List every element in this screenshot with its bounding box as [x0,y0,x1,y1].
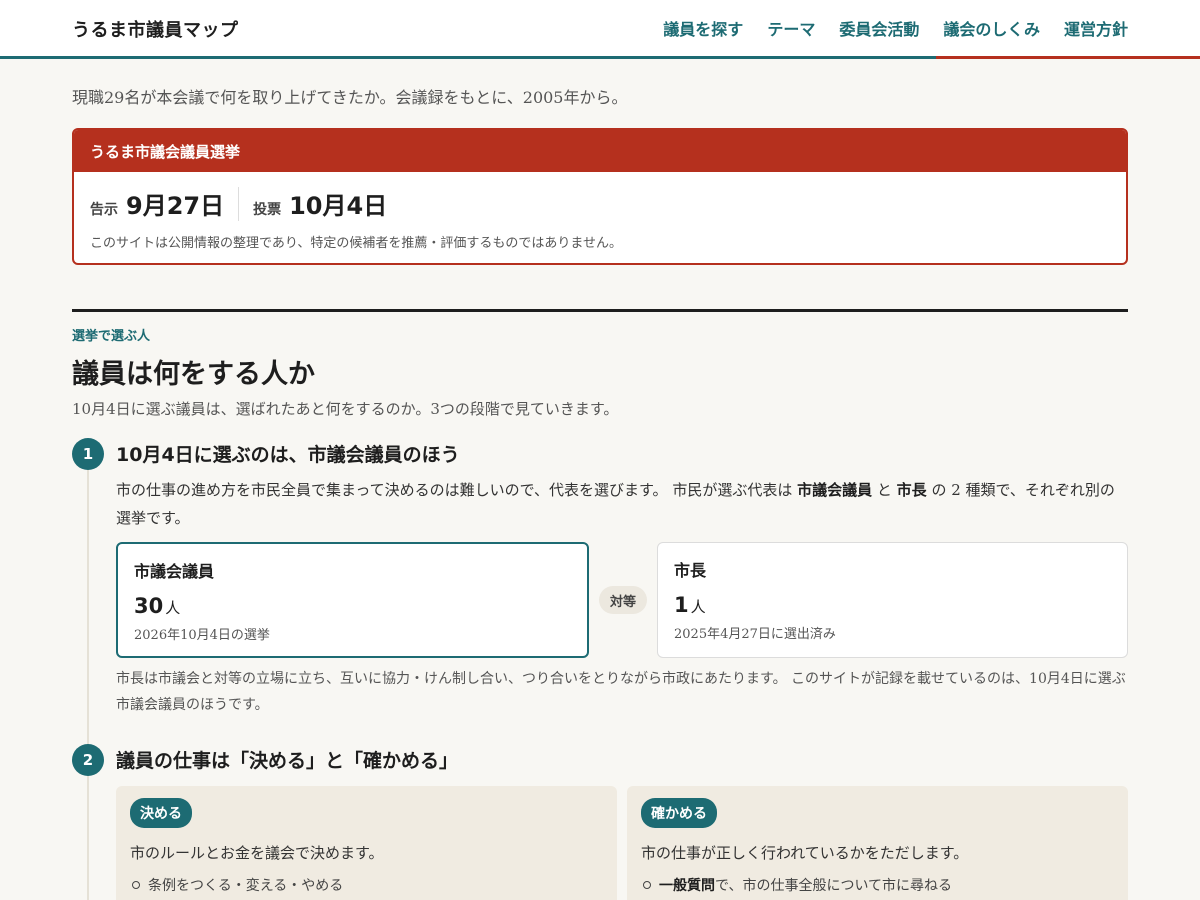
council-count-unit: 人 [165,599,181,617]
site-logo[interactable]: うるま市議員マップ [72,16,239,42]
nav-find-members[interactable]: 議員を探す [663,16,743,40]
vote-value: 10月4日 [289,192,388,220]
step-number-1: 1 [72,438,104,470]
mayor-card: 市長 1人 2025年4月27日に選出済み [657,542,1128,658]
term-general-question: 一般質問 [659,878,715,894]
decide-description: 市のルールとお金を議会で決めます。 [130,844,384,862]
step-number-2: 2 [72,744,104,776]
check-pill: 確かめる [641,798,717,828]
timeline-line [87,468,89,900]
council-count-number: 30 [134,594,164,618]
election-title: うるま市議会議員選挙 [74,130,1126,172]
intro-text: 現職29名が本会議で何を取り上げてきたか。会議録をもとに、2005年から。 [72,88,628,107]
announce-date: 告示 9月27日 [90,186,224,221]
mayor-count-number: 1 [674,593,689,617]
announce-value: 9月27日 [126,192,225,220]
list-item: 条例をつくる・変える・やめる [130,875,603,895]
election-card: うるま市議会議員選挙 告示 9月27日 投票 10月4日 このサイトは公開情報の… [72,128,1128,265]
nav-committees[interactable]: 委員会活動 [839,16,919,40]
nav-themes[interactable]: テーマ [767,16,815,40]
step-1-title: 10月4日に選ぶのは、市議会議員のほう [116,444,460,466]
step-1-body: 市の仕事の進め方を市民全員で集まって決めるのは難しいので、代表を選びます。 市民… [116,476,1128,532]
council-count: 30 人 [134,594,571,618]
step-1-body-text: 市の仕事の進め方を市民全員で集まって決めるのは難しいので、代表を選びます。 市民… [116,481,798,499]
main-nav: 議員を探す テーマ 委員会活動 議会のしくみ 運営方針 [663,16,1128,40]
decide-box: 決める 市のルールとお金を議会で決めます。 条例をつくる・変える・やめる [116,786,617,900]
announce-label: 告示 [90,202,118,218]
section-title: 議員は何をする人か [72,359,315,390]
mayor-card-title: 市長 [674,561,707,580]
decide-pill: 決める [130,798,192,828]
header-accent-teal [0,56,936,59]
election-disclaimer: このサイトは公開情報の整理であり、特定の候補者を推薦・評価するものではありません… [90,236,622,251]
step-1-note: 市長は市議会と対等の立場に立ち、互いに協力・けん制し合い、つり合いをとりながら市… [116,671,1126,713]
mayor-count: 1人 [674,593,1111,617]
nav-how-council-works[interactable]: 議会のしくみ [943,16,1040,40]
section-lead: 10月4日に選ぶ議員は、選ばれたあと何をするのか。3つの段階で見ていきます。 [72,400,619,418]
list-item: 一般質問で、市の仕事全般について市に尋ねる [641,875,1114,895]
term-mayor: 市長 [896,481,927,499]
list-item-text: で、市の仕事全般について市に尋ねる [715,878,953,894]
mayor-count-unit: 人 [690,598,706,616]
election-dates: 告示 9月27日 投票 10月4日 [90,186,387,221]
check-box: 確かめる 市の仕事が正しく行われているかをただします。 一般質問で、市の仕事全般… [627,786,1128,900]
section-eyebrow: 選挙で選ぶ人 [72,329,151,344]
council-election-date: 2026年10月4日の選挙 [134,628,270,643]
council-member-card: 市議会議員 30 人 2026年10月4日の選挙 [116,542,589,658]
section-divider [72,309,1128,312]
site-header: うるま市議員マップ 議員を探す テーマ 委員会活動 議会のしくみ 運営方針 [0,0,1200,56]
step-2-title: 議員の仕事は「決める」と「確かめる」 [116,750,459,772]
mayor-election-date: 2025年4月27日に選出済み [674,627,836,642]
council-card-title: 市議会議員 [134,562,215,581]
term-council-member: 市議会議員 [797,481,873,499]
equal-badge: 対等 [599,586,647,614]
check-description: 市の仕事が正しく行われているかをただします。 [641,844,969,862]
date-divider [238,186,240,221]
check-list: 一般質問で、市の仕事全般について市に尋ねる [641,875,1114,895]
step-1-body-and: と [872,481,897,499]
vote-date: 投票 10月4日 [253,186,387,221]
decide-list: 条例をつくる・変える・やめる [130,875,603,895]
nav-policy[interactable]: 運営方針 [1064,16,1128,40]
header-accent-red [936,56,1200,59]
vote-label: 投票 [253,202,282,218]
